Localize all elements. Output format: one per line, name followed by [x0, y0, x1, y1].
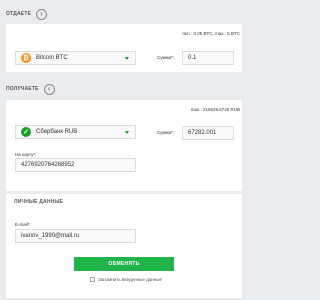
card-number-label: На карту*:	[15, 152, 37, 157]
remember-data-option[interactable]: Запомнить введенные данные	[90, 277, 162, 282]
receive-sum-label: Сумма*:	[157, 130, 175, 135]
card-number-input[interactable]: 4276920764268952	[15, 158, 136, 172]
chevron-down-icon	[125, 131, 129, 134]
bitcoin-icon: ₿	[21, 53, 31, 63]
arrow-right-circle-icon[interactable]: ›	[36, 8, 48, 20]
sberbank-icon: ✓	[21, 127, 31, 137]
receive-panel	[6, 100, 242, 191]
email-label: E-mail*:	[15, 222, 31, 227]
personal-section-title: ЛИЧНЫЕ ДАННЫЕ	[14, 199, 64, 205]
receive-limits: max.: 216529.6746 RUB	[190, 107, 240, 112]
receive-section-title: ПОЛУЧАЕТЕ	[6, 86, 39, 92]
receive-section-header: ПОЛУЧАЕТЕ ‹	[6, 79, 242, 99]
personal-section-header: ЛИЧНЫЕ ДАННЫЕ	[14, 192, 250, 212]
give-limits: min.: 0.05 BTC, max.: 5 BTC	[182, 31, 240, 36]
give-currency-select[interactable]: ₿ Bitcoin BTC	[15, 51, 136, 65]
give-sum-input[interactable]: 0.1	[182, 51, 234, 65]
arrow-left-circle-icon[interactable]: ‹	[43, 83, 55, 95]
receive-currency-select[interactable]: ✓ Сбербанк RUB	[15, 125, 136, 139]
give-section-header: ОТДАЕТЕ ›	[6, 4, 242, 24]
remember-checkbox[interactable]	[90, 277, 95, 282]
give-section-title: ОТДАЕТЕ	[6, 11, 32, 17]
remember-label: Запомнить введенные данные	[98, 277, 162, 282]
email-input[interactable]: ivanov_1990@mail.ru	[15, 229, 136, 243]
receive-sum-input[interactable]: 67282.001	[182, 126, 234, 140]
give-currency-label: Bitcoin BTC	[36, 55, 68, 61]
receive-currency-label: Сбербанк RUB	[36, 129, 78, 135]
give-sum-label: Сумма*:	[157, 55, 175, 60]
chevron-down-icon	[125, 57, 129, 60]
exchange-button[interactable]: ОБМЕНЯТЬ	[74, 257, 174, 271]
